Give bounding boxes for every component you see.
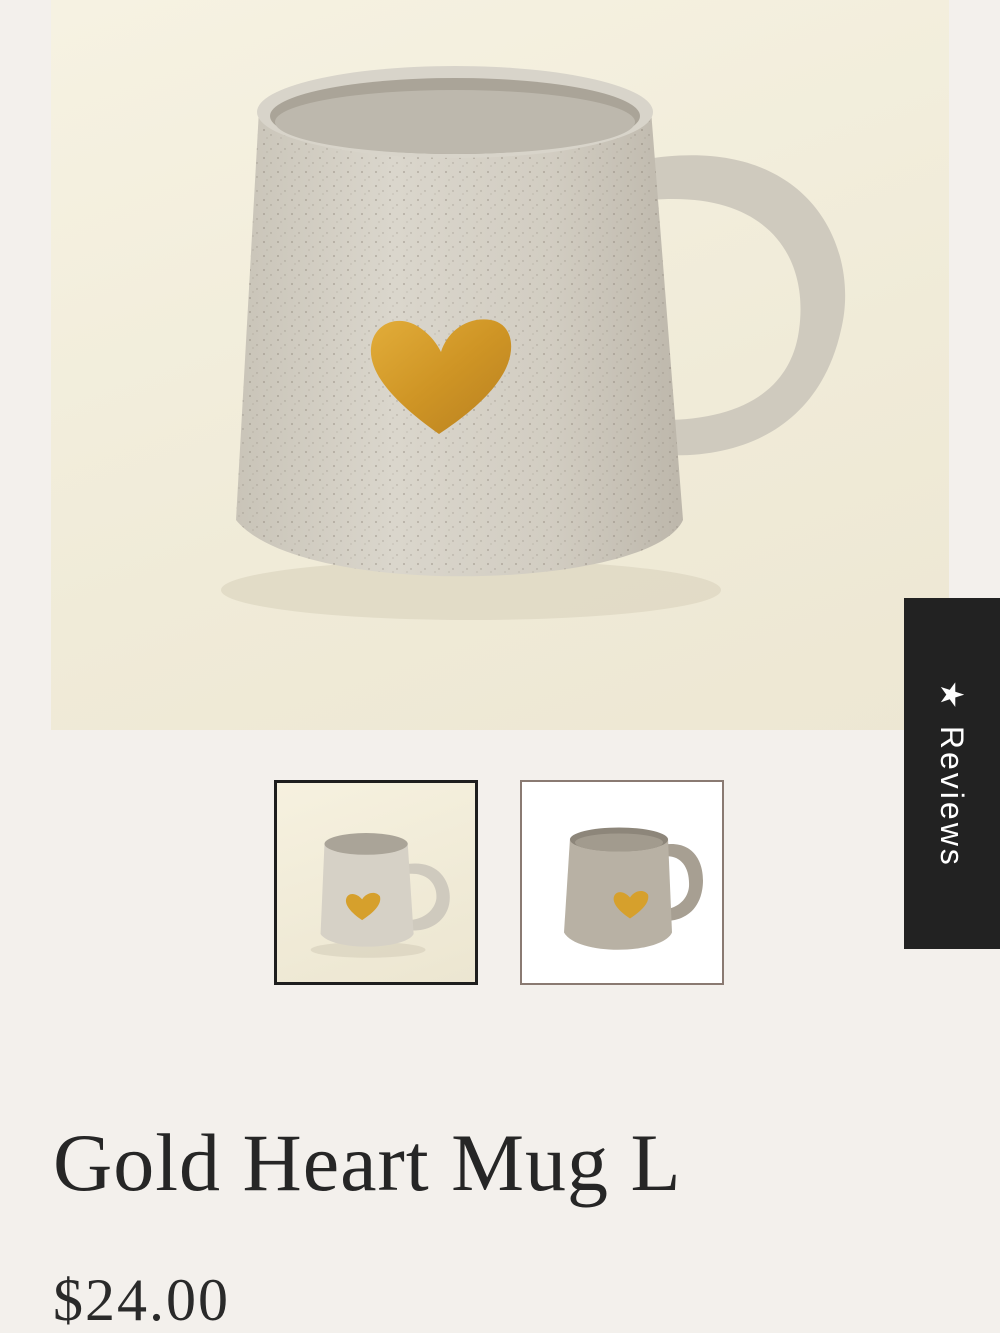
thumbnail-1-selected[interactable]: [274, 780, 478, 985]
star-icon: ★: [934, 679, 971, 712]
reviews-tab-label: Reviews: [934, 725, 971, 868]
product-title: Gold Heart Mug L: [53, 1117, 682, 1208]
mug-thumbnail-white-background: [564, 827, 704, 950]
product-price: $24.00: [53, 1267, 230, 1333]
thumbnail-2[interactable]: [520, 780, 724, 985]
mug-photo: [221, 66, 846, 620]
mug-thumbnail-cream-background: [310, 833, 450, 958]
reviews-tab[interactable]: ★ Reviews: [904, 598, 1000, 949]
product-page: ★ Reviews Gold Heart Mug L $24.00: [0, 0, 1000, 1333]
reviews-tab-content: ★ Reviews: [933, 680, 971, 868]
product-main-image[interactable]: [51, 0, 949, 730]
